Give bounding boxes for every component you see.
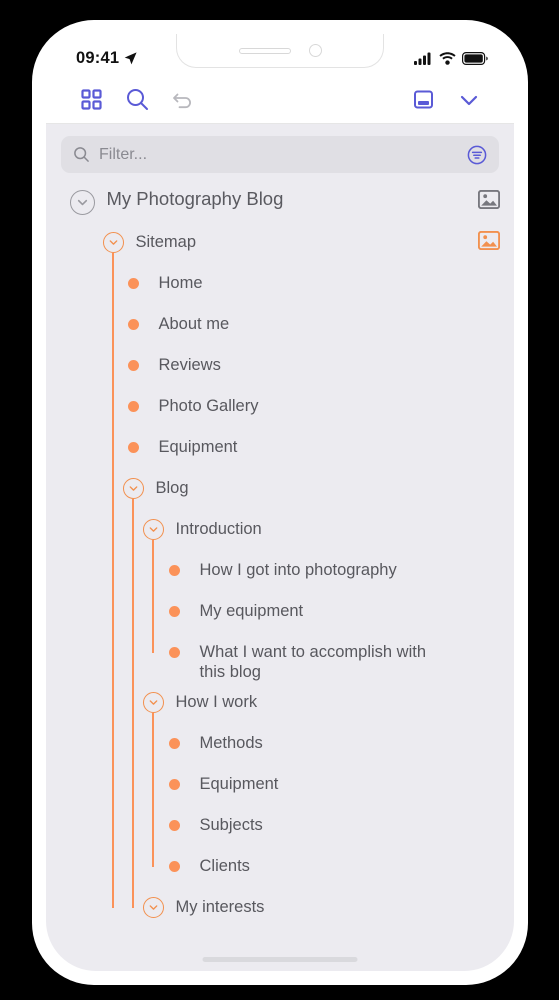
tree-node-row[interactable]: My Photography Blog [46,181,514,222]
tree-leaf-dot [168,820,180,831]
phone-frame: 09:41 Filter... My Photography Blog Site… [32,20,528,985]
tree-expand-toggle[interactable] [102,232,124,253]
grid-icon [80,89,102,110]
tree-leaf-dot [127,278,139,289]
tree-connector-line [151,540,155,653]
tree-node-row[interactable]: My interests [46,887,514,928]
front-camera [308,44,322,57]
tree-node-row[interactable]: Photo Gallery [46,386,514,427]
tree-expand-toggle[interactable] [142,519,164,540]
status-time-label: 09:41 [76,48,120,67]
tree-node-label: Blog [155,479,189,497]
tree-leaf-dot [127,360,139,371]
tree-leaf-dot [168,647,180,658]
device-notch [176,34,384,68]
tree-node-label: How I got into photography [199,561,397,579]
grid-view-button[interactable] [68,80,114,120]
tree-connector-line [151,713,155,867]
earpiece-speaker [238,47,291,54]
search-icon [126,89,148,110]
tree-node-row[interactable]: Reviews [46,345,514,386]
tree-node-label: Introduction [175,520,262,538]
tree-node-row[interactable]: Methods [46,723,514,764]
tree-node-label: Methods [199,734,263,752]
tree-node-label: Reviews [158,356,221,374]
tree-node-label: Subjects [199,816,263,834]
tree-leaf-dot [127,442,139,453]
location-arrow-icon [124,51,137,64]
cellular-signal-icon [414,52,431,65]
wifi-icon [439,51,456,65]
tree-node-row[interactable]: Home [46,263,514,304]
tree-node-row[interactable]: My equipment [46,591,514,632]
search-icon [74,147,89,162]
status-icons-group [414,51,488,65]
tree-node-label: My equipment [199,602,304,620]
tree-leaf-dot [168,738,180,749]
tree-leaf-dot [168,861,180,872]
status-time-group: 09:41 [76,49,138,68]
tree-node-label: How I work [175,693,258,711]
chevron-down-icon [77,199,87,206]
tree-leaf-dot [127,401,139,412]
tree-node-row[interactable]: How I work [46,682,514,723]
tree-content-area: My Photography Blog Sitemap Home About me Re… [46,124,514,971]
node-image-icon[interactable] [477,189,501,210]
tree-node-label: Sitemap [135,233,197,251]
tree-node-row[interactable]: Introduction [46,509,514,550]
image-placeholder-icon[interactable] [477,230,501,251]
tree-connector-line [111,253,115,908]
filter-bar[interactable] [61,136,499,173]
tree-node-label: My Photography Blog [106,188,284,209]
tree-node-label: What I want to accomplish with this blog [199,643,427,681]
tree-node-label: About me [158,315,230,333]
tree-node-row[interactable]: Equipment [46,764,514,805]
home-indicator-bar [202,957,358,962]
image-placeholder-icon[interactable] [477,189,501,210]
node-image-icon[interactable] [477,230,501,251]
app-toolbar [46,76,514,124]
sitemap-tree: My Photography Blog Sitemap Home About me Re… [46,181,514,938]
chevron-down-icon [149,905,157,910]
tree-node-label: Clients [199,857,250,875]
battery-full-icon [462,51,488,65]
tree-node-row[interactable]: Subjects [46,805,514,846]
phone-screen: 09:41 Filter... My Photography Blog Site… [46,34,514,971]
collapse-button[interactable] [446,80,492,120]
tree-expand-toggle[interactable] [142,692,164,713]
tree-expand-toggle[interactable] [142,897,164,918]
tree-node-row[interactable]: How I got into photography [46,550,514,591]
tree-node-row[interactable]: Sitemap [46,222,514,263]
search-button[interactable] [114,80,160,120]
tree-connector-line [131,499,135,908]
panel-bottom-icon [413,90,433,109]
tree-node-row[interactable]: What I want to accomplish with this blog [46,632,514,682]
chevron-down-icon [129,486,137,491]
tree-node-row[interactable]: Equipment [46,427,514,468]
chevron-down-icon [460,95,478,105]
tree-node-label: My interests [175,898,265,916]
tree-node-label: Home [158,274,203,292]
chevron-down-icon [149,700,157,705]
tree-leaf-dot [127,319,139,330]
tree-expand-toggle[interactable] [69,190,95,215]
filter-options-icon[interactable] [467,145,487,165]
tree-leaf-dot [168,565,180,576]
undo-button[interactable] [160,80,206,120]
filter-input[interactable] [99,145,458,164]
tree-node-row[interactable]: Blog [46,468,514,509]
tree-expand-toggle[interactable] [122,478,144,499]
tree-node-row[interactable]: About me [46,304,514,345]
tree-leaf-dot [168,779,180,790]
tree-node-label: Equipment [158,438,238,456]
chevron-down-icon [109,240,117,245]
chevron-down-icon [149,527,157,532]
tree-leaf-dot [168,606,180,617]
filter-bar-wrapper [46,124,514,181]
panel-layout-button[interactable] [400,80,446,120]
tree-node-label: Photo Gallery [158,397,259,415]
tree-node-row[interactable]: Clients [46,846,514,887]
undo-arrow-icon [173,93,191,108]
tree-node-label: Equipment [199,775,279,793]
